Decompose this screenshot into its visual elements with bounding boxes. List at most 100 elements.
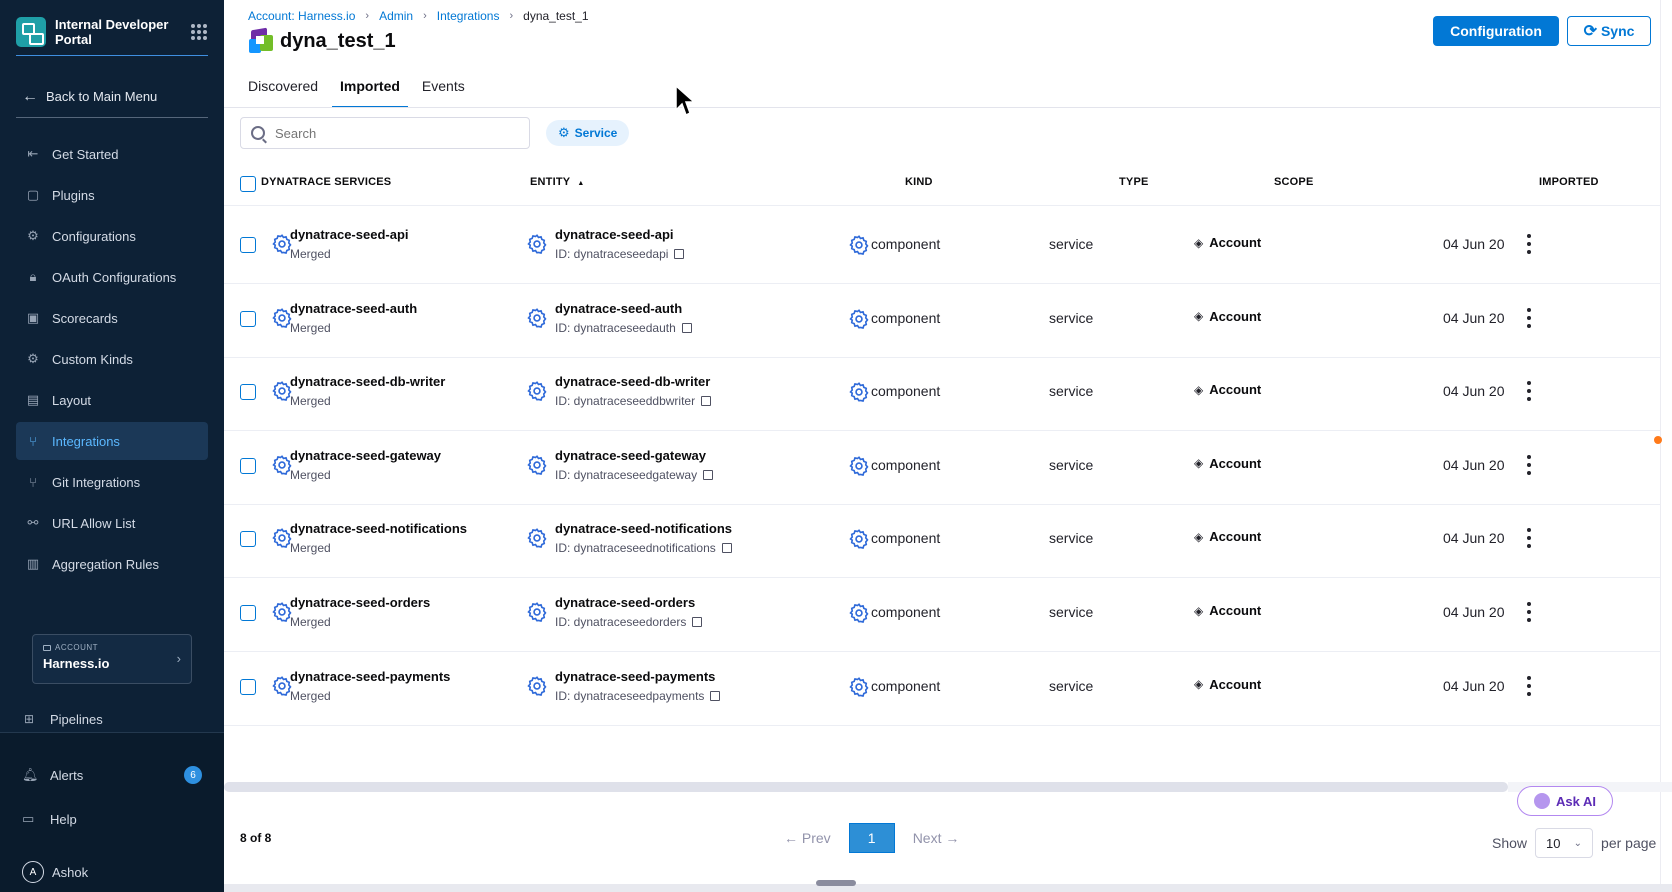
table-row[interactable]: dynatrace-seed-db-writer Merged dynatrace-…	[224, 353, 1672, 432]
chevron-right-icon: ›	[423, 10, 427, 22]
entity-name[interactable]: dynatrace-seed-db-writer	[555, 374, 710, 389]
vertical-scrollbar[interactable]	[1660, 0, 1672, 884]
service-name[interactable]: dynatrace-seed-gateway	[290, 448, 441, 463]
table-row[interactable]: dynatrace-seed-auth Merged dynatrace-seed-…	[224, 280, 1672, 358]
gear-icon	[526, 527, 548, 549]
entity-name[interactable]: dynatrace-seed-api	[555, 227, 674, 242]
configuration-button[interactable]: Configuration	[1433, 16, 1559, 46]
sidebar-item-url-allow-list[interactable]: ⚯ URL Allow List	[16, 504, 208, 542]
back-to-main-menu[interactable]: ← Back to Main Menu	[16, 76, 208, 118]
sort-ascending-icon: ▲	[577, 180, 585, 187]
row-checkbox[interactable]	[240, 457, 256, 474]
account-selector[interactable]: ACCOUNT Harness.io ›	[32, 634, 192, 684]
tab-events[interactable]: Events	[422, 68, 465, 108]
table-row[interactable]: dynatrace-seed-notifications Merged dynatr…	[224, 500, 1672, 579]
merge-status: Merged	[290, 615, 331, 629]
copy-icon[interactable]	[703, 469, 714, 480]
table-row[interactable]: dynatrace-seed-orders Merged dynatrace-see…	[224, 574, 1672, 652]
row-checkbox[interactable]	[240, 678, 256, 695]
more-options-icon[interactable]	[1526, 234, 1532, 254]
service-name[interactable]: dynatrace-seed-payments	[290, 669, 450, 684]
service-name[interactable]: dynatrace-seed-auth	[290, 301, 417, 316]
entity-name[interactable]: dynatrace-seed-orders	[555, 595, 695, 610]
entity-id-text: ID: dynatraceseeddbwriter	[555, 394, 696, 409]
app-grid-icon[interactable]	[191, 23, 207, 40]
alerts-item[interactable]: 🔔︎ Alerts 6	[22, 766, 202, 784]
alerts-count-badge: 6	[184, 766, 202, 784]
link-icon: ⚯	[27, 515, 39, 530]
more-options-icon[interactable]	[1526, 454, 1532, 475]
copy-icon[interactable]	[674, 249, 685, 259]
service-name[interactable]: dynatrace-seed-notifications	[290, 521, 467, 536]
horizontal-scrollbar[interactable]	[224, 782, 1508, 792]
sidebar-item-plugins[interactable]: ▢ Plugins	[16, 176, 208, 214]
ask-ai-button[interactable]: Ask AI	[1517, 786, 1613, 816]
sidebar-item-integrations[interactable]: ⑂ Integrations	[16, 422, 208, 460]
sidebar-item-oauth-configurations[interactable]: 🔒︎ OAuth Configurations	[16, 258, 208, 296]
copy-icon[interactable]	[721, 543, 732, 554]
sidebar-item-scorecards[interactable]: ▣ Scorecards	[16, 299, 208, 337]
more-options-icon[interactable]	[1526, 307, 1532, 328]
service-name[interactable]: dynatrace-seed-orders	[290, 595, 430, 610]
service-name[interactable]: dynatrace-seed-db-writer	[290, 374, 445, 389]
dynatrace-logo-icon	[248, 27, 274, 54]
sidebar-item-label: Integrations	[52, 433, 120, 449]
row-checkbox[interactable]	[240, 310, 256, 327]
entity-name[interactable]: dynatrace-seed-payments	[555, 669, 715, 684]
kind-value: component	[871, 236, 941, 252]
breadcrumb-admin[interactable]: Admin	[379, 9, 413, 23]
entity-name[interactable]: dynatrace-seed-auth	[555, 301, 682, 316]
sidebar-item-git-integrations[interactable]: ⑂ Git Integrations	[16, 463, 208, 501]
table-row[interactable]: dynatrace-seed-payments Merged dynatrace-s…	[224, 648, 1672, 726]
row-checkbox[interactable]	[240, 384, 256, 401]
row-checkbox[interactable]	[240, 531, 256, 548]
tab-imported[interactable]: Imported	[332, 68, 408, 108]
sidebar-item-pipelines[interactable]: ⊞ Pipelines	[16, 704, 208, 734]
table-row[interactable]: dynatrace-seed-api Merged dynatrace-seed-a…	[224, 206, 1672, 284]
entity-id: ID: dynatraceseedauth	[555, 321, 692, 335]
table-row[interactable]: dynatrace-seed-gateway Merged dynatrace-se…	[224, 427, 1672, 505]
table-header: DYNATRACE SERVICES ENTITY ▲ KIND TYPE SC…	[224, 162, 1672, 206]
resize-handle[interactable]	[816, 880, 856, 886]
page-1-button[interactable]: 1	[848, 823, 895, 853]
sidebar-item-configurations[interactable]: ⚙ Configurations	[16, 217, 208, 255]
header-entity[interactable]: ENTITY ▲	[530, 176, 585, 188]
search-box[interactable]	[240, 117, 530, 149]
tab-discovered[interactable]: Discovered	[248, 68, 318, 108]
entity-name[interactable]: dynatrace-seed-gateway	[555, 448, 706, 463]
copy-icon[interactable]	[692, 617, 703, 627]
next-page-button[interactable]: Next →	[913, 830, 960, 846]
more-options-icon[interactable]	[1526, 675, 1532, 696]
more-options-icon[interactable]	[1526, 602, 1532, 622]
entity-name[interactable]: dynatrace-seed-notifications	[555, 521, 732, 536]
scope-text: Account	[1209, 455, 1262, 471]
merge-status: Merged	[290, 320, 331, 335]
kind-value: component	[871, 677, 941, 694]
header-services[interactable]: DYNATRACE SERVICES	[261, 176, 391, 188]
breadcrumb-account[interactable]: Account: Harness.io	[248, 9, 355, 23]
help-item[interactable]: ▭ Help	[22, 811, 202, 827]
breadcrumb-integrations[interactable]: Integrations	[437, 9, 500, 23]
service-filter-chip[interactable]: ⚙ Service	[546, 120, 630, 146]
more-options-icon[interactable]	[1526, 381, 1532, 402]
sync-button[interactable]: ⟳ Sync	[1567, 16, 1651, 46]
select-all-checkbox[interactable]	[240, 176, 256, 192]
copy-icon[interactable]	[681, 322, 692, 333]
row-checkbox[interactable]	[240, 605, 256, 621]
service-name[interactable]: dynatrace-seed-api	[290, 227, 409, 242]
copy-icon[interactable]	[710, 690, 721, 701]
user-profile[interactable]: A Ashok	[22, 861, 202, 883]
sidebar-item-custom-kinds[interactable]: ⚙ Custom Kinds	[16, 340, 208, 378]
sidebar-item-aggregation-rules[interactable]: ▥ Aggregation Rules	[16, 545, 208, 583]
page-size-select[interactable]: 10 ⌄	[1535, 828, 1594, 858]
brand[interactable]: Internal Developer Portal	[16, 12, 208, 56]
imported-date: 04 Jun 20	[1443, 309, 1505, 326]
sidebar-item-get-started[interactable]: ⇤ Get Started	[16, 135, 208, 173]
more-options-icon[interactable]	[1526, 528, 1532, 549]
search-input[interactable]	[275, 125, 515, 141]
sidebar-item-layout[interactable]: ▤ Layout	[16, 381, 208, 419]
prev-page-button[interactable]: ← Prev	[784, 830, 831, 846]
gear-icon	[848, 308, 869, 329]
copy-icon[interactable]	[701, 396, 712, 407]
row-checkbox[interactable]	[240, 237, 256, 253]
